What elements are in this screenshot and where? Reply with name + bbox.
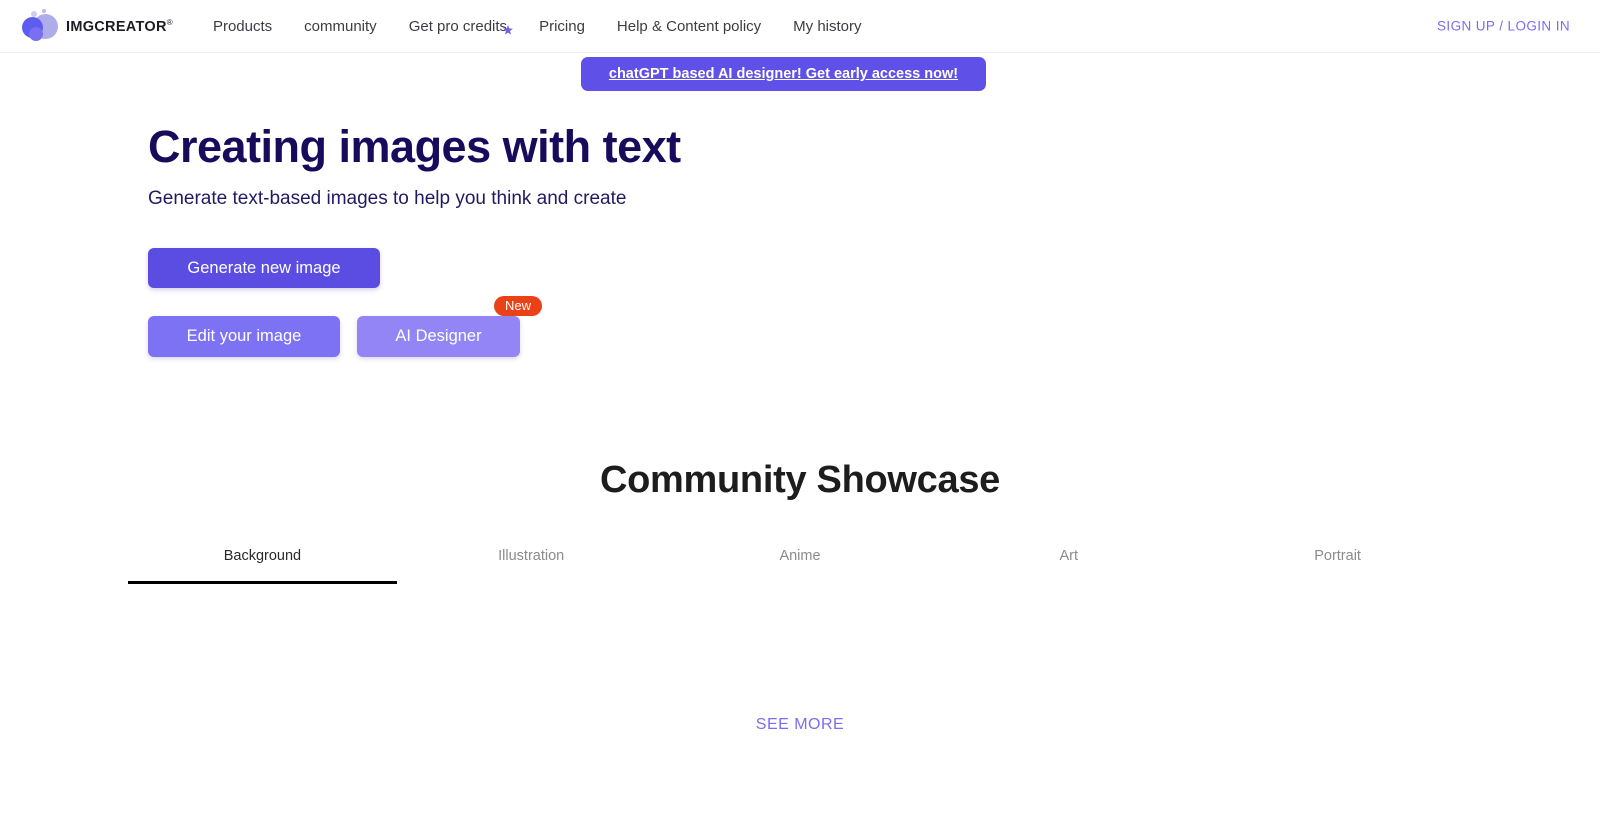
ai-designer-wrapper: AI Designer New (357, 316, 520, 357)
primary-action-row: Generate new image (148, 248, 1600, 288)
nav-item-get-pro-credits[interactable]: Get pro credits (393, 0, 523, 53)
logo[interactable]: IMGCREATOR® (22, 6, 173, 46)
page-title: Creating images with text (148, 123, 1600, 170)
registered-mark-icon: ® (167, 18, 173, 27)
showcase-tabs: Background Illustration Anime Art Portra… (0, 548, 1600, 584)
nav-item-label: community (304, 18, 377, 35)
nav-item-label: Get pro credits (409, 18, 507, 35)
nav-item-help-content-policy[interactable]: Help & Content policy (601, 0, 777, 53)
primary-nav: Products community Get pro credits Prici… (197, 0, 878, 53)
blob-logo-icon (22, 9, 64, 43)
generate-new-image-button[interactable]: Generate new image (148, 248, 380, 288)
logo-text: IMGCREATOR® (66, 18, 173, 35)
nav-item-products[interactable]: Products (197, 0, 288, 53)
community-showcase-section: Community Showcase Background Illustrati… (0, 459, 1600, 734)
tab-label: Background (224, 548, 301, 564)
tab-label: Portrait (1314, 548, 1361, 564)
see-more-link[interactable]: SEE MORE (0, 716, 1600, 734)
ai-designer-button[interactable]: AI Designer (357, 316, 520, 357)
new-badge: New (494, 296, 542, 316)
tab-label: Art (1060, 548, 1079, 564)
nav-item-community[interactable]: community (288, 0, 393, 53)
nav-item-pricing[interactable]: Pricing (523, 0, 601, 53)
nav-item-label: Pricing (539, 18, 585, 35)
logo-wordmark: IMGCREATOR (66, 18, 167, 34)
promo-banner[interactable]: chatGPT based AI designer! Get early acc… (581, 57, 986, 91)
edit-your-image-button[interactable]: Edit your image (148, 316, 340, 357)
promo-banner-label: chatGPT based AI designer! Get early acc… (609, 66, 958, 82)
site-header: IMGCREATOR® Products community Get pro c… (0, 0, 1600, 53)
tab-anime[interactable]: Anime (666, 548, 935, 584)
tab-label: Illustration (498, 548, 564, 564)
nav-item-my-history[interactable]: My history (777, 0, 877, 53)
signup-login-link[interactable]: SIGN UP / LOGIN IN (1437, 19, 1570, 34)
tab-illustration[interactable]: Illustration (397, 548, 666, 584)
sparkle-icon (501, 7, 515, 21)
nav-item-label: Products (213, 18, 272, 35)
tab-label: Anime (779, 548, 820, 564)
nav-item-label: My history (793, 18, 861, 35)
tab-art[interactable]: Art (934, 548, 1203, 584)
page-subtitle: Generate text-based images to help you t… (148, 188, 1600, 210)
tab-portrait[interactable]: Portrait (1203, 548, 1472, 584)
tab-background[interactable]: Background (128, 548, 397, 584)
nav-item-label: Help & Content policy (617, 18, 761, 35)
promo-banner-area: chatGPT based AI designer! Get early acc… (0, 53, 1600, 99)
showcase-title: Community Showcase (0, 459, 1600, 502)
hero-section: Creating images with text Generate text-… (0, 99, 1600, 357)
secondary-action-row: Edit your image AI Designer New (148, 316, 1600, 357)
